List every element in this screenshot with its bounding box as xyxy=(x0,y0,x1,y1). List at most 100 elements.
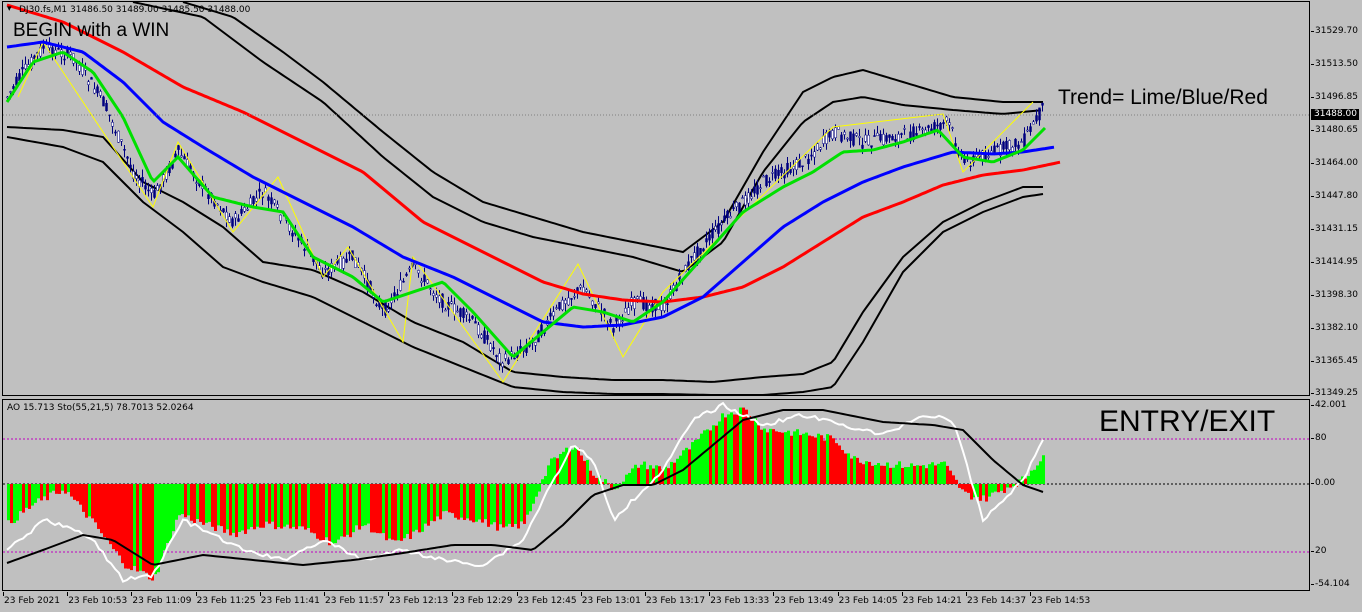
ao-bar xyxy=(1024,478,1027,484)
ao-bar xyxy=(310,484,313,533)
ao-bar xyxy=(499,484,502,525)
ao-bar xyxy=(373,484,376,533)
ao-bar xyxy=(952,475,955,484)
candle-body xyxy=(750,196,753,199)
ao-bar xyxy=(913,466,916,484)
candle-body xyxy=(1002,141,1005,150)
candle-body xyxy=(969,165,972,168)
time-label: 23 Feb 14:21 xyxy=(902,596,962,606)
candle-body xyxy=(789,168,792,173)
ao-bar xyxy=(346,484,349,535)
candle-body xyxy=(891,136,894,141)
ao-bar xyxy=(760,429,763,484)
ao-bar xyxy=(52,484,55,491)
ao-bar xyxy=(412,484,415,532)
candle-body xyxy=(435,294,438,298)
ao-bar xyxy=(43,484,46,497)
candle-body xyxy=(918,126,921,128)
candle-body xyxy=(921,128,924,131)
time-label: 23 Feb 12:13 xyxy=(389,596,449,606)
candle-body xyxy=(693,252,696,261)
ao-bar xyxy=(925,468,928,484)
price-tick xyxy=(1311,262,1314,263)
symbol-dropdown-icon[interactable]: ▾ xyxy=(7,4,12,14)
ao-bar xyxy=(46,484,49,501)
ao-bar xyxy=(34,484,37,503)
candle-body xyxy=(153,190,156,198)
level-label: -54.104 xyxy=(1315,579,1350,589)
ao-bar xyxy=(721,413,724,484)
ao-bar xyxy=(211,484,214,527)
ao-bar xyxy=(709,430,712,484)
ao-bar xyxy=(907,467,910,484)
oscillator-axis[interactable]: 42.001 80 0.00 20 -54.104 xyxy=(1311,399,1362,591)
ao-bar xyxy=(1009,484,1012,488)
ao-bar xyxy=(439,484,442,520)
candle-body xyxy=(642,297,645,310)
candle-body xyxy=(180,155,183,158)
price-label: 31349.25 xyxy=(1315,388,1358,398)
ao-bar xyxy=(862,464,865,484)
ao-bar xyxy=(130,484,133,571)
time-label: 23 Feb 13:33 xyxy=(710,596,770,606)
ao-bar xyxy=(409,484,412,540)
ao-bar xyxy=(910,463,913,484)
candle-body xyxy=(954,143,957,147)
ao-bar xyxy=(700,433,703,484)
ao-bar xyxy=(841,449,844,484)
price-chart-plot[interactable] xyxy=(3,2,1309,395)
price-label: 31496.85 xyxy=(1315,92,1358,102)
candle-body xyxy=(303,249,306,251)
ao-bar xyxy=(94,484,97,523)
candle-body xyxy=(483,330,486,344)
symbol-info: DJ30.fs,M1 31486.50 31489.00 31485.50 31… xyxy=(19,5,251,15)
ao-bar xyxy=(70,484,73,497)
ao-bar xyxy=(934,465,937,484)
ao-bar xyxy=(889,467,892,484)
candle-body xyxy=(339,256,342,271)
ao-bar xyxy=(202,484,205,525)
ao-bar xyxy=(838,445,841,484)
candle-body xyxy=(42,45,45,49)
ao-bar xyxy=(22,484,25,513)
ao-bar xyxy=(526,484,529,515)
ao-bar xyxy=(391,484,394,540)
ao-bar xyxy=(1039,461,1042,484)
time-axis[interactable]: 23 Feb 2021 23 Feb 10:53 23 Feb 11:09 23 Fe… xyxy=(0,592,1310,612)
candle-body xyxy=(591,300,594,306)
ao-bar xyxy=(538,484,541,492)
ao-bar xyxy=(574,446,577,484)
ao-bar xyxy=(289,484,292,529)
candle-body xyxy=(570,298,573,300)
ao-bar xyxy=(694,439,697,484)
ao-bar xyxy=(724,417,727,484)
ao-bar xyxy=(13,484,16,524)
lower-band-inner xyxy=(6,126,1043,383)
ao-bar xyxy=(262,484,265,528)
ao-bar xyxy=(568,451,571,484)
ao-bar xyxy=(124,484,127,569)
time-label: 23 Feb 11:09 xyxy=(132,596,192,606)
ao-bar xyxy=(919,465,922,484)
ao-bar xyxy=(481,484,484,523)
candle-body xyxy=(552,311,555,317)
ao-bar xyxy=(31,484,34,506)
ao-bar xyxy=(997,484,1000,493)
ao-bar xyxy=(754,418,757,484)
ao-bar xyxy=(640,464,643,484)
oscillator-panel[interactable]: AO 15.713 Sto(55,21,5) 78.7013 52.0264 E… xyxy=(2,399,1310,591)
candle-body xyxy=(858,136,861,138)
price-chart-panel[interactable]: ▾ DJ30.fs,M1 31486.50 31489.00 31485.50 … xyxy=(2,1,1310,396)
ao-bar xyxy=(967,484,970,493)
candle-body xyxy=(150,187,153,193)
price-label: 31365.45 xyxy=(1315,356,1358,366)
candle-body xyxy=(852,133,855,146)
price-axis[interactable]: 31529.70 31513.50 31496.85 31480.65 31464.00… xyxy=(1311,1,1362,398)
ao-bar xyxy=(397,484,400,541)
ao-bar xyxy=(604,479,607,484)
candle-body xyxy=(477,324,480,336)
ao-bar xyxy=(523,484,526,524)
candle-body xyxy=(621,320,624,322)
ao-bar xyxy=(949,470,952,484)
candle-body xyxy=(453,303,456,315)
